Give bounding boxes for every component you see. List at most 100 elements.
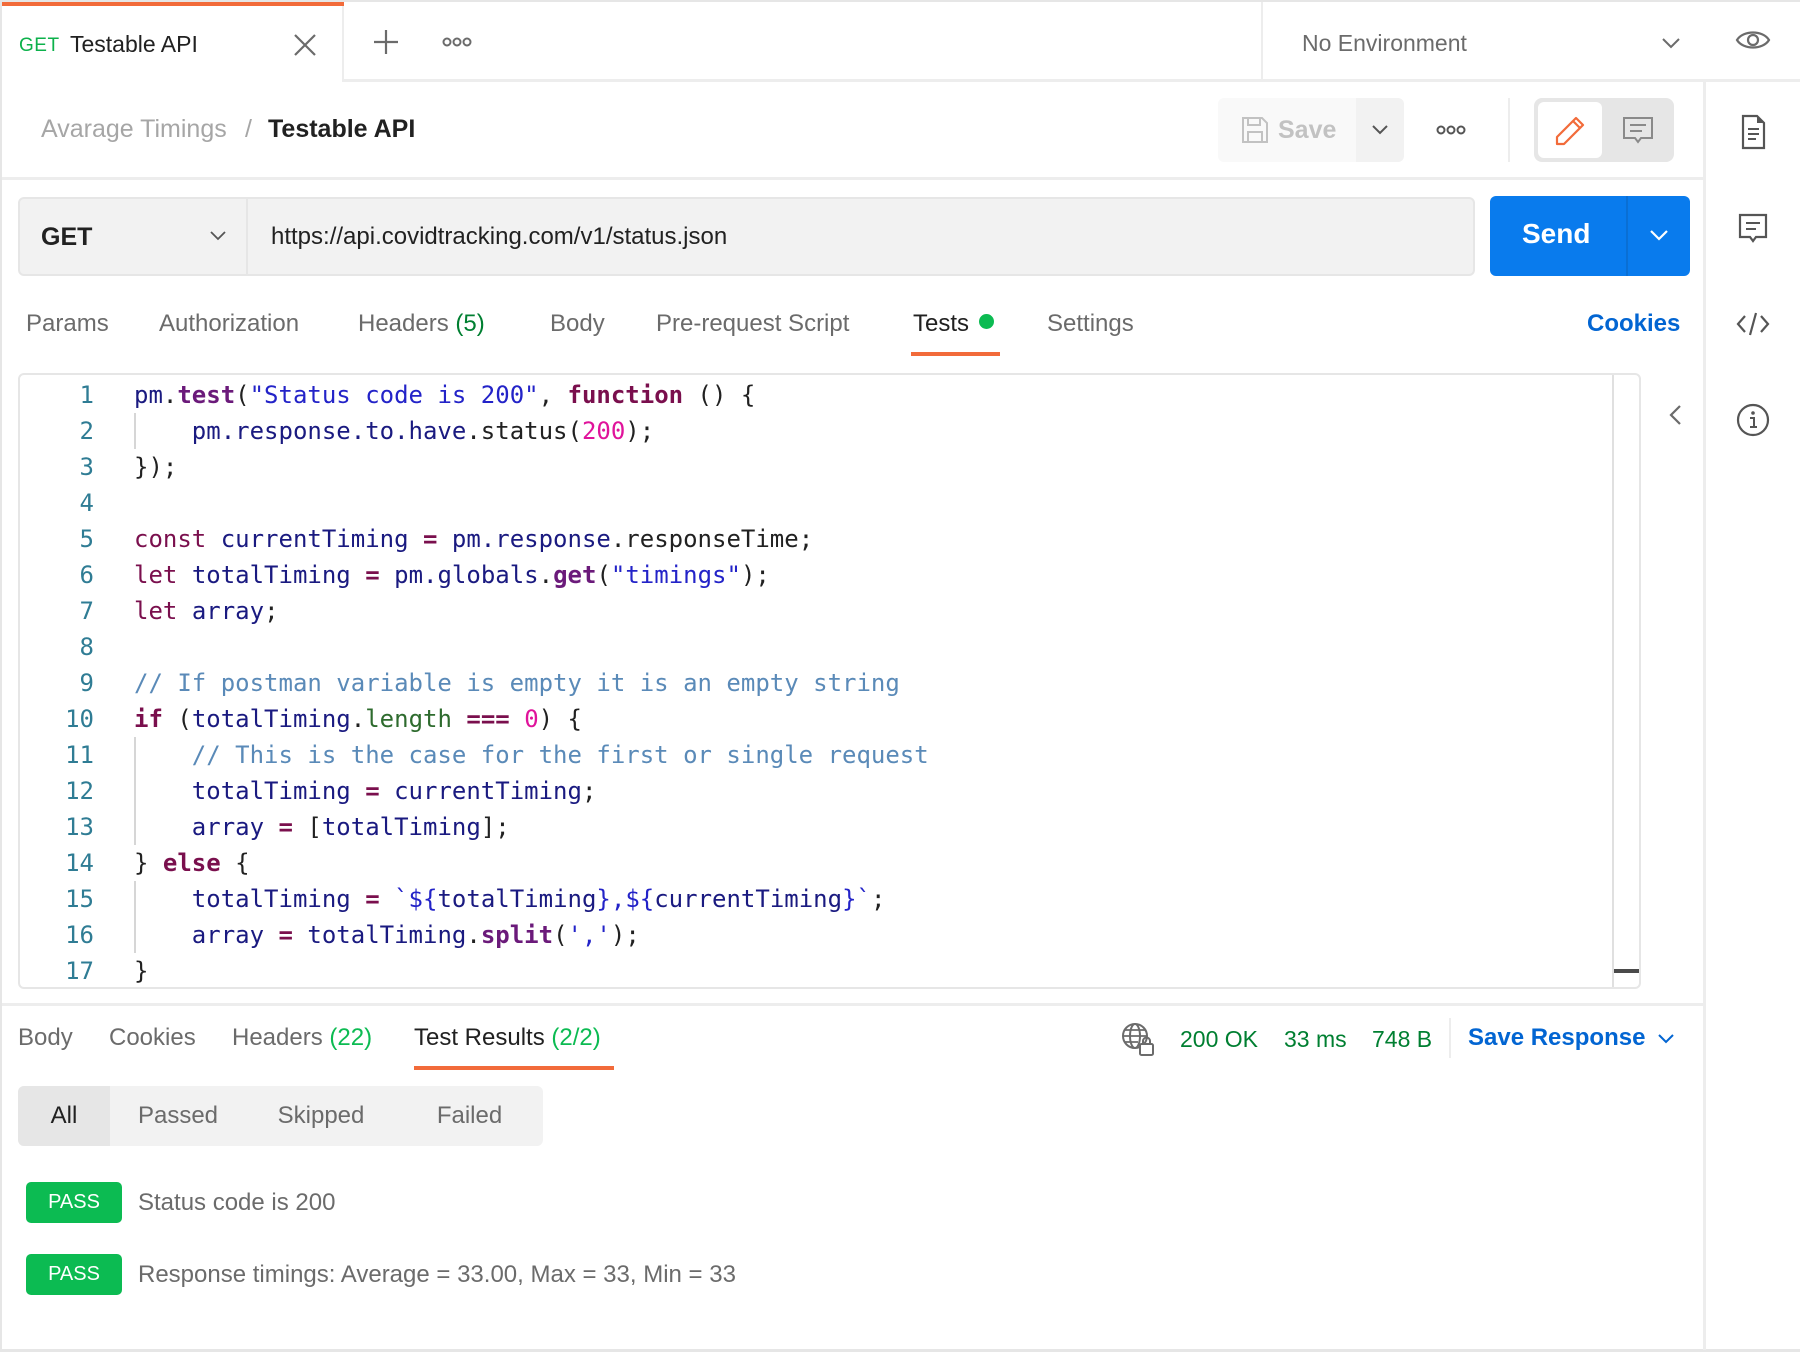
comments-icon[interactable] bbox=[1735, 207, 1771, 247]
save-button[interactable]: Save bbox=[1218, 98, 1356, 162]
filter-all[interactable]: All bbox=[18, 1086, 110, 1146]
response-tab-body[interactable]: Body bbox=[18, 1024, 73, 1052]
code-line[interactable]: 11 // This is the case for the first or … bbox=[20, 737, 1610, 773]
code-line[interactable]: 15 totalTiming = `${totalTiming},${curre… bbox=[20, 881, 1610, 917]
code-line[interactable]: 4 bbox=[20, 485, 1610, 521]
code-token: = bbox=[365, 561, 380, 589]
response-tab-test-results[interactable]: Test Results (2/2) bbox=[414, 1024, 601, 1052]
code-line[interactable]: 10 if (totalTiming.length === 0) { bbox=[20, 701, 1610, 737]
code-line[interactable]: 8 bbox=[20, 629, 1610, 665]
chevron-down-icon[interactable] bbox=[1656, 1029, 1676, 1049]
code-line[interactable]: 5 const currentTiming = pm.response.respo… bbox=[20, 521, 1610, 557]
comment-mode-button[interactable] bbox=[1606, 102, 1670, 158]
code-line[interactable]: 12 totalTiming = currentTiming; bbox=[20, 773, 1610, 809]
code-line[interactable]: 6 let totalTiming = pm.globals.get("timin… bbox=[20, 557, 1610, 593]
breadcrumb-request-name[interactable]: Testable API bbox=[268, 115, 415, 144]
documentation-icon[interactable] bbox=[1735, 112, 1771, 152]
filter-skipped[interactable]: Skipped bbox=[246, 1086, 396, 1146]
eye-icon[interactable] bbox=[1735, 24, 1771, 56]
code-text: let totalTiming = pm.globals.get("timing… bbox=[134, 557, 770, 593]
code-token: ); bbox=[610, 921, 640, 949]
code-icon[interactable] bbox=[1735, 304, 1771, 344]
code-line[interactable]: 7 let array; bbox=[20, 593, 1610, 629]
response-time[interactable]: 33 ms bbox=[1284, 1026, 1347, 1053]
code-line[interactable]: 1 pm.test("Status code is 200", function … bbox=[20, 377, 1610, 413]
code-text: // This is the case for the first or sin… bbox=[134, 737, 929, 773]
code-line[interactable]: 2 pm.response.to.have.status(200); bbox=[20, 413, 1610, 449]
tab-label: Tests bbox=[913, 310, 970, 337]
globe-lock-icon[interactable] bbox=[1120, 1021, 1156, 1057]
chevron-left-icon[interactable] bbox=[1664, 400, 1688, 430]
send-options-dropdown[interactable] bbox=[1626, 196, 1690, 276]
info-icon[interactable] bbox=[1735, 400, 1771, 440]
breadcrumb-collection[interactable]: Avarage Timings bbox=[41, 115, 227, 144]
code-token: length bbox=[365, 705, 452, 733]
code-token: currentTiming bbox=[394, 777, 582, 805]
edit-mode-button[interactable] bbox=[1538, 102, 1602, 158]
code-line[interactable]: 17} bbox=[20, 953, 1610, 987]
response-status[interactable]: 200 OK bbox=[1180, 1026, 1258, 1053]
tab-pre-request-script[interactable]: Pre-request Script bbox=[656, 310, 849, 338]
tab-label: Settings bbox=[1047, 310, 1134, 337]
response-size[interactable]: 748 B bbox=[1372, 1026, 1432, 1053]
code-token: totalTiming bbox=[437, 885, 597, 913]
environment-select[interactable]: No Environment bbox=[1263, 2, 1705, 79]
code-token: = bbox=[365, 777, 380, 805]
code-token: test bbox=[177, 381, 236, 409]
response-tab-headers[interactable]: Headers (22) bbox=[232, 1024, 372, 1052]
code-token: ) { bbox=[538, 705, 582, 733]
code-token: .responseTime; bbox=[610, 525, 814, 553]
code-text: } else { bbox=[134, 845, 250, 881]
editor-scrollbar-track[interactable] bbox=[1612, 375, 1614, 987]
tab-params[interactable]: Params bbox=[26, 310, 109, 338]
code-line[interactable]: 3}); bbox=[20, 449, 1610, 485]
code-token: === bbox=[466, 705, 510, 733]
send-button[interactable]: Send bbox=[1490, 196, 1626, 276]
filter-passed[interactable]: Passed bbox=[110, 1086, 246, 1146]
tab-label: Test Results bbox=[414, 1024, 545, 1051]
method-select[interactable]: GET bbox=[20, 199, 248, 274]
code-line[interactable]: 13 array = [totalTiming]; bbox=[20, 809, 1610, 845]
tab-bar: GET Testable API No Environment bbox=[0, 0, 1800, 82]
code-token: = bbox=[278, 921, 293, 949]
tab-label: Headers bbox=[358, 310, 449, 337]
code-token: function bbox=[567, 381, 684, 409]
save-response-button[interactable]: Save Response bbox=[1468, 1024, 1645, 1052]
tab-tests[interactable]: Tests bbox=[913, 310, 995, 338]
tab-authorization[interactable]: Authorization bbox=[159, 310, 299, 338]
request-tab-active[interactable]: GET Testable API bbox=[2, 2, 344, 82]
code-text: totalTiming = currentTiming; bbox=[134, 773, 597, 809]
filter-failed[interactable]: Failed bbox=[396, 1086, 543, 1146]
tests-script-editor[interactable]: 1 pm.test("Status code is 200", function … bbox=[18, 373, 1641, 989]
meta-divider bbox=[1449, 1018, 1451, 1058]
code-token: `${ bbox=[394, 885, 438, 913]
chevron-down-icon bbox=[1660, 32, 1682, 54]
tab-headers[interactable]: Headers (5) bbox=[358, 310, 485, 338]
url-input[interactable] bbox=[250, 199, 1473, 274]
tab-settings[interactable]: Settings bbox=[1047, 310, 1134, 338]
code-token: totalTiming bbox=[321, 813, 481, 841]
code-token: . bbox=[466, 921, 481, 949]
cookies-link[interactable]: Cookies bbox=[1587, 310, 1680, 338]
code-text: }); bbox=[134, 449, 177, 485]
ellipsis-icon[interactable] bbox=[1435, 118, 1467, 142]
close-icon[interactable] bbox=[292, 32, 318, 58]
line-number: 3 bbox=[79, 453, 94, 481]
code-token: pm.response.to.have bbox=[191, 417, 467, 445]
code-line[interactable]: 9 // If postman variable is empty it is a… bbox=[20, 665, 1610, 701]
save-options-dropdown[interactable] bbox=[1356, 98, 1404, 162]
plus-icon[interactable] bbox=[372, 28, 400, 56]
send-label: Send bbox=[1522, 218, 1591, 249]
code-line[interactable]: 14} else { bbox=[20, 845, 1610, 881]
code-line[interactable]: 16 array = totalTiming.split(','); bbox=[20, 917, 1610, 953]
code-token: split bbox=[480, 921, 554, 949]
ellipsis-icon[interactable] bbox=[442, 30, 472, 54]
editor-scrollbar-thumb[interactable] bbox=[1614, 969, 1639, 973]
tab-body[interactable]: Body bbox=[550, 310, 605, 338]
response-tab-cookies[interactable]: Cookies bbox=[109, 1024, 196, 1052]
